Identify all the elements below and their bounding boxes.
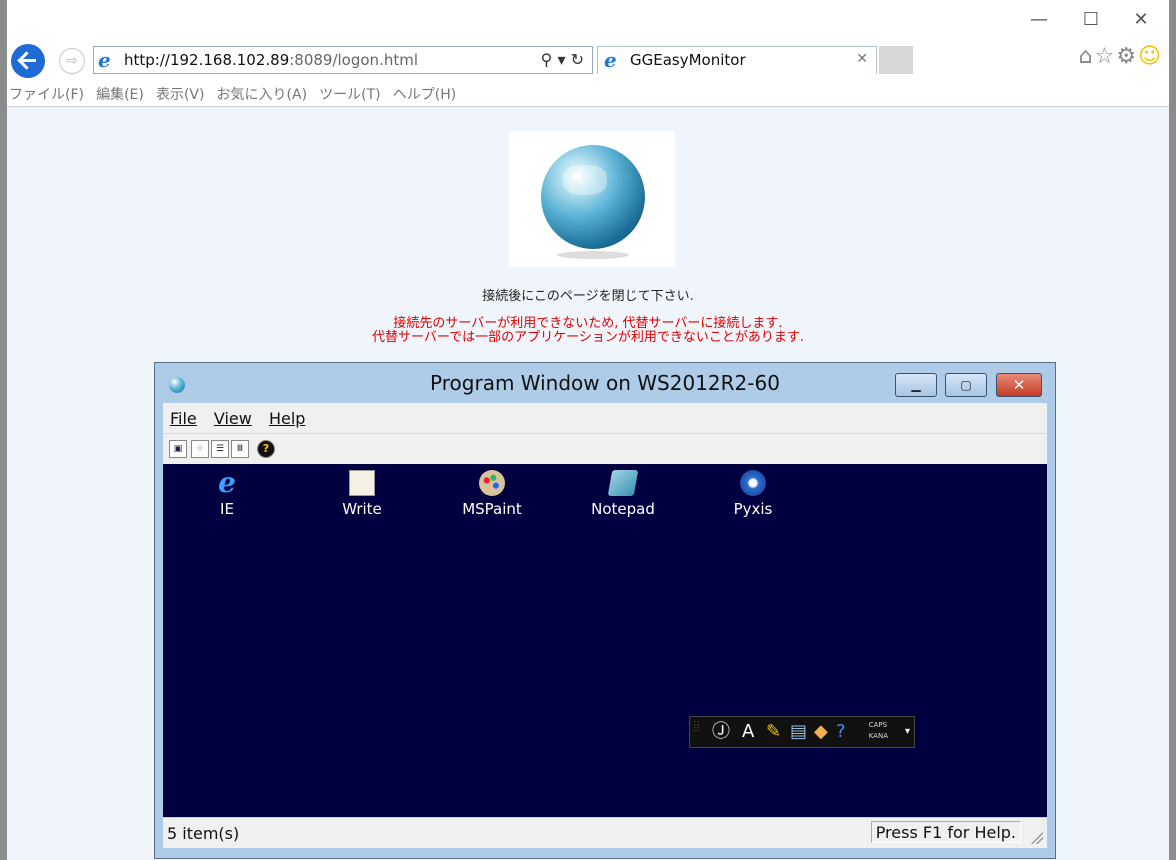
globe-logo [509, 131, 675, 267]
langbar-menu-icon[interactable]: ▾ [905, 717, 910, 747]
back-button[interactable] [11, 44, 45, 78]
ie-icon: e [218, 466, 236, 499]
menu-view[interactable]: View [207, 403, 257, 428]
menu-favorites[interactable]: お気に入り(A) [217, 80, 315, 104]
menu-file[interactable]: ファイル(F) [7, 80, 91, 104]
forward-button[interactable]: ⇨ [59, 48, 85, 74]
new-tab-button[interactable] [879, 46, 913, 74]
dictionary-icon[interactable]: ▤ [790, 717, 807, 747]
warning-line-2: 代替サーバーでは一部のアプリケーションが利用できないことがあります. [372, 330, 804, 345]
close-page-message: 接続後にこのページを閉じて下さい. [482, 289, 694, 304]
details-view-button[interactable]: Ⅲ [231, 440, 249, 458]
app-mspaint[interactable]: MSPaint [442, 470, 542, 518]
list-view-button[interactable]: ☰ [211, 440, 229, 458]
address-bar[interactable]: e http://192.168.102.89:8089/logon.html … [93, 46, 593, 74]
language-bar[interactable]: ∷ ∷ Ⓙ A ✎ ▤ ◆ ? CAPS KANA ▾ [689, 716, 915, 748]
caps-label: CAPS [868, 721, 888, 729]
large-icons-view-button[interactable]: ▣ [169, 440, 187, 458]
minimize-button[interactable]: — [1017, 8, 1061, 32]
ie-icon: e [604, 48, 617, 72]
ie-icon: e [98, 48, 111, 72]
window-minimize-button[interactable]: ▁ [895, 373, 937, 397]
menu-tools[interactable]: ツール(T) [319, 80, 387, 104]
home-icon[interactable]: ⌂ [1079, 44, 1095, 69]
item-count: 5 item(s) [167, 824, 240, 843]
globe-icon [541, 145, 645, 249]
program-window: Program Window on WS2012R2-60 ▁ ▢ ✕ File… [154, 362, 1056, 859]
program-desktop: e IE Write MSPaint Notepad Pyxis ∷ ∷ Ⓙ A… [163, 464, 1047, 817]
small-icons-view-button[interactable]: ⁘ [191, 440, 209, 458]
help-icon[interactable]: ? [257, 440, 275, 458]
search-refresh-icons[interactable]: ⚲ ▾ ↻ [541, 50, 584, 69]
notepad-icon [607, 470, 639, 496]
program-window-statusbar: 5 item(s) Press F1 for Help. [163, 817, 1047, 848]
menu-edit[interactable]: 編集(E) [96, 80, 151, 104]
feedback-smiley-icon[interactable]: ☺ [1138, 44, 1163, 69]
url-port-path: :8089/logon.html [289, 51, 419, 69]
tab-title: GGEasyMonitor [630, 51, 746, 69]
url-text[interactable]: http://192.168.102.89:8089/logon.html [124, 51, 418, 69]
kana-label: KANA [868, 732, 888, 740]
page-content: 接続後にこのページを閉じて下さい. 接続先のサーバーが利用できないため, 代替サ… [7, 107, 1169, 860]
menu-view[interactable]: 表示(V) [156, 80, 212, 104]
pyxis-icon [740, 470, 766, 496]
paint-icon [479, 470, 505, 496]
ime-pad-icon[interactable]: ✎ [766, 717, 781, 747]
menu-help-label: Help [268, 409, 306, 428]
close-button[interactable]: ✕ [1119, 8, 1163, 32]
app-notepad[interactable]: Notepad [573, 470, 673, 518]
app-label: MSPaint [462, 500, 522, 518]
app-write[interactable]: Write [312, 470, 412, 518]
warning-line-1: 接続先のサーバーが利用できないため, 代替サーバーに接続します. [393, 316, 783, 331]
tab-ggeasymonitor[interactable]: e GGEasyMonitor ✕ [597, 46, 877, 74]
write-icon [349, 470, 375, 496]
browser-titlebar: — ☐ ✕ [7, 0, 1169, 38]
tab-close-icon[interactable]: ✕ [856, 51, 868, 67]
fallback-warning: 接続先のサーバーが利用できないため, 代替サーバーに接続します. 代替サーバーで… [7, 317, 1169, 345]
app-label: Notepad [591, 500, 655, 518]
menu-view-label: View [213, 409, 252, 428]
help-hint: Press F1 for Help. [870, 821, 1021, 843]
menu-help[interactable]: ヘルプ(H) [393, 80, 463, 104]
tool-icon[interactable]: ◆ [814, 717, 828, 747]
menu-help[interactable]: Help [262, 403, 310, 428]
caps-kana-indicator: CAPS KANA [869, 720, 888, 742]
globe-shadow [557, 251, 629, 259]
program-window-titlebar[interactable]: Program Window on WS2012R2-60 ▁ ▢ ✕ [155, 363, 1055, 403]
menu-file[interactable]: File [163, 403, 202, 428]
app-label: Write [342, 500, 382, 518]
menu-file-label: File [170, 409, 197, 428]
favorites-star-icon[interactable]: ☆ [1095, 44, 1117, 69]
input-mode-icon[interactable]: A [742, 717, 754, 747]
resize-grip[interactable] [1031, 832, 1043, 844]
program-window-toolbar: ▣ ⁘ ☰ Ⅲ ? [163, 434, 1047, 464]
toolbar-icons: ⌂☆⚙☺ [1079, 44, 1163, 69]
app-ie[interactable]: e IE [177, 466, 277, 519]
ime-mode-icon[interactable]: Ⓙ [712, 717, 730, 747]
app-pyxis[interactable]: Pyxis [703, 470, 803, 518]
help-icon[interactable]: ? [836, 717, 846, 747]
browser-menubar: ファイル(F) 編集(E) 表示(V) お気に入り(A) ツール(T) ヘルプ(… [7, 80, 1169, 107]
app-label: Pyxis [733, 500, 773, 518]
url-host: http://192.168.102.89 [124, 51, 290, 69]
navigation-bar: ⇨ e http://192.168.102.89:8089/logon.htm… [7, 40, 1169, 80]
gear-icon[interactable]: ⚙ [1116, 44, 1138, 69]
window-close-button[interactable]: ✕ [996, 373, 1042, 397]
program-window-menubar: File View Help [163, 403, 1047, 434]
app-label: IE [220, 500, 234, 518]
langbar-grip[interactable]: ∷ ∷ [694, 720, 699, 734]
maximize-button[interactable]: ☐ [1069, 8, 1113, 32]
window-maximize-button[interactable]: ▢ [945, 373, 987, 397]
